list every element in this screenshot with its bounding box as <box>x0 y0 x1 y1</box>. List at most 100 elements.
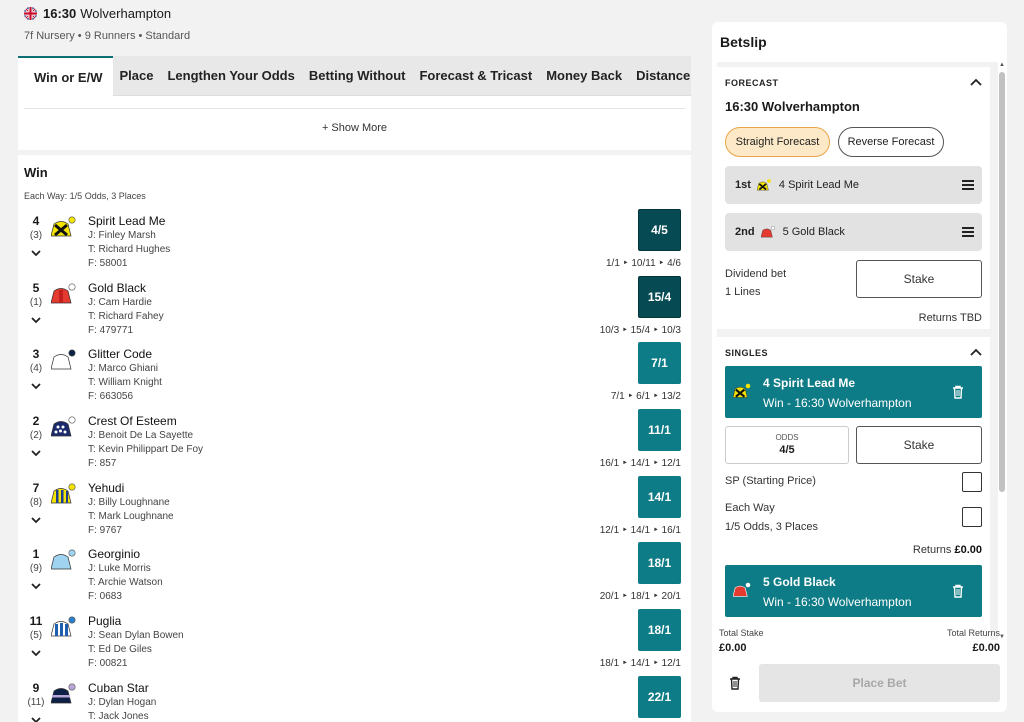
scrollbar-thumb[interactable] <box>999 72 1005 492</box>
chevron-down-icon[interactable] <box>30 514 42 526</box>
chevron-down-icon[interactable] <box>30 580 42 592</box>
tab-betting-without[interactable]: Betting Without <box>302 56 413 96</box>
runner-form: F: 663056 <box>88 391 134 402</box>
collapse-up-icon[interactable] <box>970 348 982 356</box>
odds-history: 7/1 ‣ 6/1 ‣ 13/2 <box>610 391 681 402</box>
chevron-down-icon[interactable] <box>30 314 42 326</box>
runner-row: 1 (9) Georginio J: Luke Morris T: Archie… <box>18 542 691 613</box>
tab-place[interactable]: Place <box>113 56 161 96</box>
runner-trainer: T: Ed De Giles <box>88 644 152 655</box>
runner-number: 3 <box>32 347 40 361</box>
each-way-checkbox[interactable] <box>962 507 982 527</box>
odds-button[interactable]: 4/5 <box>638 209 681 251</box>
position-label: 2nd <box>735 226 755 238</box>
show-more-button[interactable]: + Show More <box>18 122 691 134</box>
runner-trainer: T: Kevin Philippart De Foy <box>88 444 204 455</box>
clear-betslip-trash-icon[interactable] <box>729 676 741 690</box>
runner-jockey: J: Billy Loughnane <box>88 497 170 508</box>
odds-button[interactable]: 11/1 <box>638 409 681 451</box>
runner-form: F: 58001 <box>88 258 128 269</box>
single-stake-input[interactable]: Stake <box>856 426 982 464</box>
chevron-down-icon[interactable] <box>30 647 42 659</box>
trash-icon[interactable] <box>952 385 964 399</box>
tab-money-back[interactable]: Money Back <box>539 56 629 96</box>
runner-draw: (3) <box>29 230 43 241</box>
sp-checkbox[interactable] <box>962 472 982 492</box>
jockey-silk-icon <box>756 179 771 191</box>
singles-section-label: SINGLES <box>725 348 769 358</box>
jockey-silk-icon <box>760 225 775 238</box>
odds-button[interactable]: 18/1 <box>638 609 681 651</box>
odds-button[interactable]: 7/1 <box>638 342 681 384</box>
tab-distance[interactable]: Distance <box>629 56 697 96</box>
runner-row: 2 (2) Crest Of Esteem J: Benoit De La Sa… <box>18 409 691 480</box>
uk-flag-icon <box>24 6 37 20</box>
runner-form: F: 479771 <box>88 325 134 336</box>
runner-number: 11 <box>29 614 43 628</box>
place-bet-button[interactable]: Place Bet <box>759 664 1000 702</box>
selection-odds-box: ODDS 4/5 <box>725 426 849 464</box>
chevron-down-icon[interactable] <box>30 714 42 722</box>
odds-button[interactable]: 15/4 <box>638 276 681 318</box>
race-title: 16:30 Wolverhampton <box>24 4 684 22</box>
trash-icon[interactable] <box>952 584 964 598</box>
each-way-terms: 1/5 Odds, 3 Places <box>725 521 818 533</box>
runner-draw: (1) <box>29 297 43 308</box>
runner-name[interactable]: Glitter Code <box>88 347 152 361</box>
odds-history: 1/1 ‣ 10/11 ‣ 4/6 <box>606 258 681 269</box>
forecast-stake-input[interactable]: Stake <box>856 260 982 298</box>
runner-draw: (8) <box>29 497 43 508</box>
straight-forecast-toggle[interactable]: Straight Forecast <box>725 127 830 157</box>
forecast-second-row[interactable]: 2nd 5 Gold Black <box>725 213 982 251</box>
chevron-down-icon[interactable] <box>30 447 42 459</box>
betslip: Betslip FORECAST 16:30 Wolverhampton Str… <box>712 22 1007 712</box>
runner-name[interactable]: Gold Black <box>88 281 146 295</box>
odds-button[interactable]: 22/1 <box>638 676 681 718</box>
forecast-first-row[interactable]: 1st 4 Spirit Lead Me <box>725 166 982 204</box>
runner-name[interactable]: Spirit Lead Me <box>88 214 165 228</box>
runner-form: F: 0683 <box>88 591 122 602</box>
jockey-silk-icon <box>51 416 76 437</box>
total-stake-label: Total Stake <box>719 628 764 638</box>
runner-draw: (4) <box>29 363 43 374</box>
runner-form: F: 857 <box>88 458 117 469</box>
chevron-down-icon[interactable] <box>30 380 42 392</box>
runner-trainer: T: Mark Loughnane <box>88 511 174 522</box>
drag-handle-icon[interactable] <box>962 227 974 237</box>
collapse-up-icon[interactable] <box>970 78 982 86</box>
runner-name[interactable]: Yehudi <box>88 481 124 495</box>
returns-value: £0.00 <box>954 544 982 556</box>
tab-lengthen-your-odds[interactable]: Lengthen Your Odds <box>160 56 301 96</box>
runner-trainer: T: William Knight <box>88 377 162 388</box>
jockey-silk-icon <box>51 549 76 570</box>
chevron-down-icon[interactable] <box>30 247 42 259</box>
reverse-forecast-toggle[interactable]: Reverse Forecast <box>838 127 944 157</box>
drag-handle-icon[interactable] <box>962 180 974 190</box>
odds-history: 20/1 ‣ 18/1 ‣ 20/1 <box>599 591 681 602</box>
market-title: Win <box>24 165 48 180</box>
runner-number: 4 <box>32 214 40 228</box>
odds-button[interactable]: 18/1 <box>638 542 681 584</box>
jockey-silk-icon <box>51 216 76 237</box>
tab-forecast-tricast[interactable]: Forecast & Tricast <box>412 56 539 96</box>
runner-name[interactable]: Crest Of Esteem <box>88 414 177 428</box>
runner-name[interactable]: Puglia <box>88 614 121 628</box>
single-selection-header: 5 Gold Black Win - 16:30 Wolverhampton <box>725 565 982 617</box>
scroll-up-icon[interactable]: ▲ <box>999 62 1005 68</box>
runner-jockey: J: Sean Dylan Bowen <box>88 630 184 641</box>
runner-name[interactable]: Cuban Star <box>88 681 149 695</box>
odds-button[interactable]: 14/1 <box>638 476 681 518</box>
runner-number: 2 <box>32 414 40 428</box>
tab-win-or-ew[interactable]: Win or E/W <box>18 55 113 96</box>
forecast-race: 16:30 Wolverhampton <box>725 99 860 114</box>
runner-jockey: J: Luke Morris <box>88 563 151 574</box>
jockey-silk-icon <box>51 616 76 637</box>
runner-name[interactable]: Georginio <box>88 547 140 561</box>
selection-name: 4 Spirit Lead Me <box>763 376 856 390</box>
runner-row: 11 (5) Puglia J: Sean Dylan Bowen T: Ed … <box>18 609 691 680</box>
runner-row: 5 (1) Gold Black J: Cam Hardie T: Richar… <box>18 276 691 347</box>
runner-row: 3 (4) Glitter Code J: Marco Ghiani T: Wi… <box>18 342 691 413</box>
sp-label: SP (Starting Price) <box>725 475 816 487</box>
betslip-scrollbar[interactable]: ▲ ▼ <box>998 62 1006 640</box>
odds-history: 16/1 ‣ 14/1 ‣ 12/1 <box>599 458 681 469</box>
